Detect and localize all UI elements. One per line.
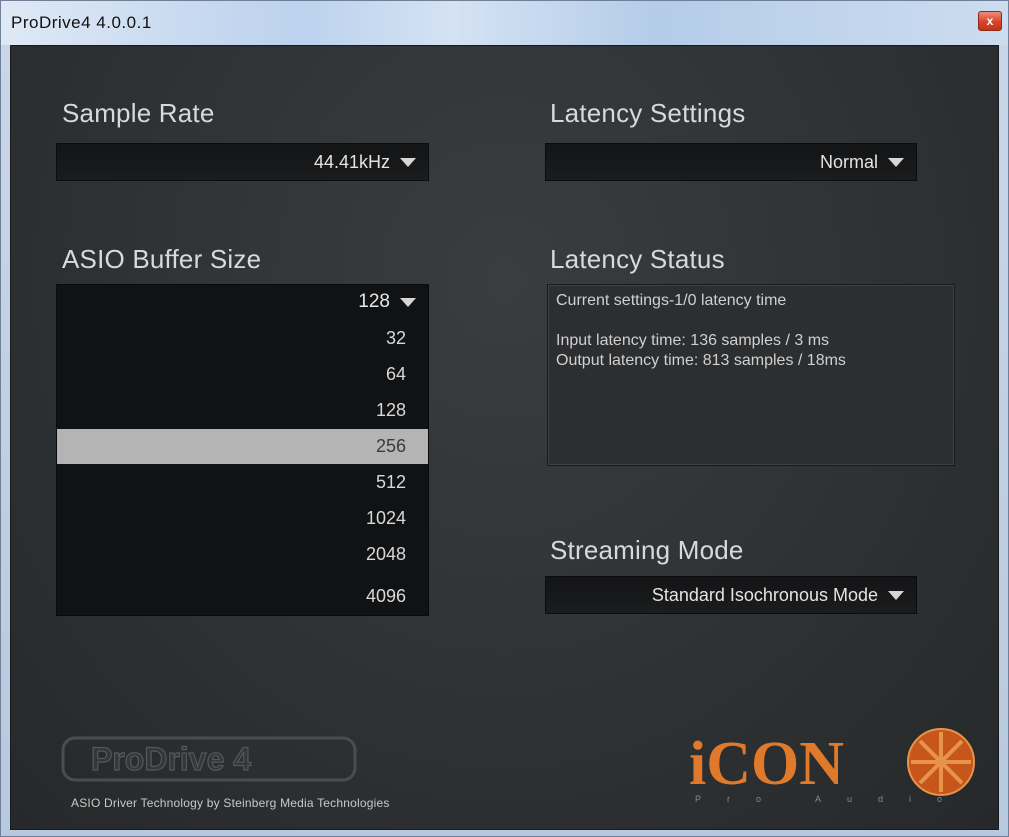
brand-sub-text: Pro Audio	[695, 794, 968, 804]
asio-buffer-value: 128	[358, 291, 390, 312]
asio-buffer-size-dropdown[interactable]: 128 32 64 128 256 512 1024 2048 4096	[56, 284, 429, 616]
option-label: 64	[385, 364, 406, 384]
status-input-latency: Input latency time: 136 samples / 3 ms	[556, 332, 830, 349]
buffer-option-512[interactable]: 512	[57, 465, 428, 500]
status-output-latency: Output latency time: 813 samples / 18ms	[556, 352, 846, 369]
sample-rate-dropdown[interactable]: 44.41kHz	[56, 143, 429, 181]
buffer-option-128[interactable]: 128	[57, 393, 428, 428]
option-label: 256	[375, 436, 406, 456]
chevron-down-icon	[888, 590, 904, 600]
option-label: 1024	[365, 508, 406, 528]
prodrive-logo: ProDrive 4	[61, 736, 357, 782]
latency-settings-label: Latency Settings	[550, 98, 746, 128]
buffer-option-32[interactable]: 32	[57, 321, 428, 356]
chevron-down-icon	[400, 297, 416, 307]
option-label: 32	[385, 328, 406, 348]
asio-buffer-current[interactable]: 128	[57, 285, 428, 319]
buffer-option-1024[interactable]: 1024	[57, 501, 428, 536]
chevron-down-icon	[400, 157, 416, 167]
latency-settings-dropdown[interactable]: Normal	[545, 143, 917, 181]
close-icon: x	[986, 14, 994, 28]
steinberg-credit: ASIO Driver Technology by Steinberg Medi…	[71, 796, 390, 810]
buffer-option-256[interactable]: 256	[57, 429, 428, 464]
prodrive-logo-text: ProDrive 4	[91, 741, 251, 777]
chevron-down-icon	[888, 157, 904, 167]
status-current-settings: Current settings-1/0 latency time	[556, 292, 787, 309]
streaming-mode-label: Streaming Mode	[550, 535, 744, 565]
buffer-option-64[interactable]: 64	[57, 357, 428, 392]
option-label: 512	[375, 472, 406, 492]
asio-buffer-size-label: ASIO Buffer Size	[62, 244, 262, 274]
option-label: 4096	[365, 586, 406, 606]
close-button[interactable]: x	[978, 11, 1002, 31]
prodrive-window: ProDrive4 4.0.0.1 x Sample Rate 44.41kHz…	[0, 0, 1009, 837]
window-title: ProDrive4 4.0.0.1	[11, 13, 152, 32]
streaming-mode-value: Standard Isochronous Mode	[651, 584, 878, 605]
title-bar[interactable]: ProDrive4 4.0.0.1 x	[1, 1, 1008, 45]
latency-status-label: Latency Status	[550, 244, 725, 274]
buffer-option-2048[interactable]: 2048	[57, 537, 428, 572]
latency-settings-value: Normal	[819, 151, 878, 172]
streaming-mode-dropdown[interactable]: Standard Isochronous Mode	[545, 576, 917, 614]
buffer-option-4096[interactable]: 4096	[57, 579, 428, 614]
option-label: 128	[375, 400, 406, 420]
sample-rate-value: 44.41kHz	[313, 151, 390, 172]
latency-status-box: Current settings-1/0 latency time Input …	[547, 284, 955, 466]
panel-background: Sample Rate 44.41kHz Latency Settings No…	[11, 46, 998, 829]
option-label: 2048	[365, 544, 406, 564]
icon-pro-audio-logo: iCON Pro Audio	[689, 728, 975, 804]
brand-logo-text: iCON	[689, 730, 844, 798]
sample-rate-label: Sample Rate	[62, 98, 215, 128]
settings-panel: Sample Rate 44.41kHz Latency Settings No…	[10, 45, 999, 830]
brand-swirl-icon	[907, 728, 975, 796]
